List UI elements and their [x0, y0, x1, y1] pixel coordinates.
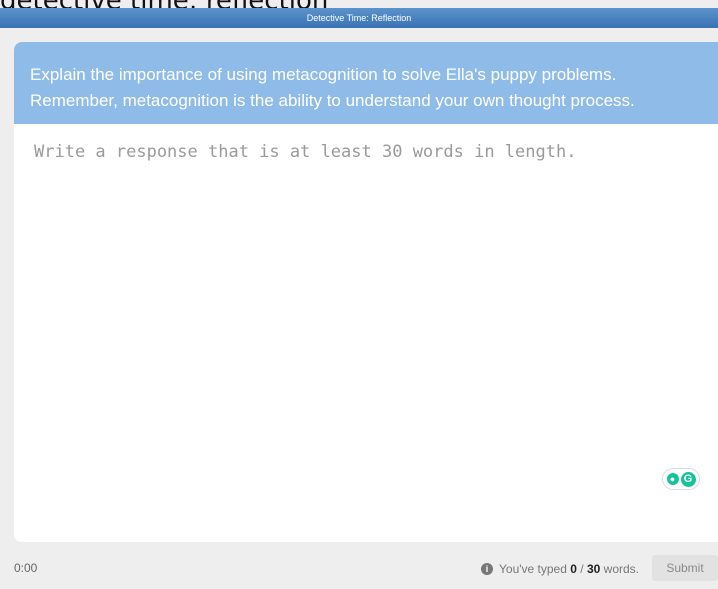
word-count-separator: / [576, 562, 587, 576]
info-icon: i [481, 563, 493, 575]
typed-count: 0 [570, 562, 577, 576]
min-words: 30 [586, 562, 601, 576]
grammarly-widget[interactable]: ● G [662, 468, 700, 490]
clipped-heading: detective time: reflection [0, 0, 718, 8]
word-count-suffix: words. [600, 562, 639, 576]
prompt-banner: Explain the importance of using metacogn… [14, 42, 718, 124]
page: detective time: reflection Detective Tim… [0, 0, 718, 589]
timer: 0:00 [14, 561, 38, 575]
lightbulb-icon[interactable]: ● [666, 473, 679, 485]
reflection-card: Explain the importance of using metacogn… [14, 42, 718, 542]
response-editor: ● G [14, 124, 718, 542]
footer-bar: 0:00 i You've typed 0 / 30 words. Submit [0, 555, 718, 583]
word-count-status: You've typed 0 / 30 words. [499, 562, 639, 576]
window-title: Detective Time: Reflection [0, 8, 718, 28]
word-count-prefix: You've typed [499, 562, 571, 576]
prompt-text: Explain the importance of using metacogn… [30, 65, 635, 110]
grammarly-icon[interactable]: G [680, 471, 696, 487]
response-textarea[interactable] [34, 142, 698, 472]
submit-button[interactable]: Submit [652, 555, 718, 581]
